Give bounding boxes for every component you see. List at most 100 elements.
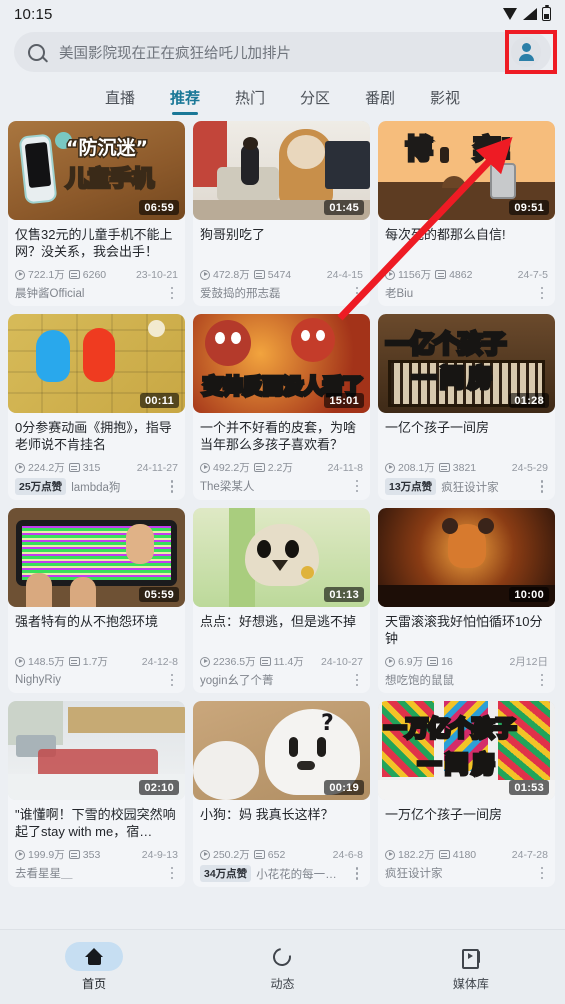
- search-input[interactable]: 美国影院现在正在疯狂给吒儿加排片: [59, 42, 511, 63]
- more-options-icon[interactable]: [351, 285, 363, 301]
- video-author[interactable]: 想吃饱的鼠鼠: [385, 672, 531, 688]
- video-author[interactable]: yogin幺了个菁: [200, 672, 346, 688]
- video-title[interactable]: "谁懂啊！下雪的校园突然响起了stay with me，宿…: [15, 806, 178, 840]
- video-card[interactable]: “防沉迷” 儿童手机 06:59 仅售32元的儿童手机不能上网？没关系，我会出手！…: [8, 121, 185, 306]
- video-card[interactable]: 10:00 天雷滚滚我好怕怕循环10分钟 6.9万 16 2月12日 想吃饱的鼠…: [378, 508, 555, 693]
- video-author[interactable]: 疯狂设计家: [441, 479, 531, 495]
- tab-分区[interactable]: 分区: [298, 82, 332, 117]
- video-stats: 6.9万 16 2月12日: [385, 654, 548, 669]
- video-title[interactable]: 一个并不好看的皮套，为啥当年那么多孩子喜欢看？: [200, 419, 363, 453]
- video-stats: 250.2万 652 24-6-8: [200, 847, 363, 862]
- more-options-icon[interactable]: [536, 285, 548, 301]
- play-count-icon: [385, 269, 395, 280]
- video-card-body: 天雷滚滚我好怕怕循环10分钟 6.9万 16 2月12日 想吃饱的鼠鼠: [378, 607, 555, 693]
- status-icons: [503, 4, 551, 21]
- video-duration: 10:00: [509, 587, 549, 602]
- tab-热门[interactable]: 热门: [233, 82, 267, 117]
- video-title[interactable]: 天雷滚滚我好怕怕循环10分钟: [385, 613, 548, 647]
- view-count-value: 2236.5万: [213, 656, 256, 668]
- video-title[interactable]: 一万亿个孩子一间房: [385, 806, 548, 840]
- video-title[interactable]: 每次死的都那么自信!: [385, 226, 548, 260]
- video-title[interactable]: 一亿个孩子一间房: [385, 419, 548, 453]
- view-count-value: 208.1万: [398, 462, 435, 474]
- video-card[interactable]: 01:13 点点：好想逃，但是逃不掉 2236.5万 11.4万 24-10-2…: [193, 508, 370, 693]
- search-icon: [28, 43, 45, 61]
- more-options-icon[interactable]: [536, 479, 548, 495]
- nav-item-首页[interactable]: 首页: [0, 942, 188, 992]
- video-card[interactable]: 一万亿个孩子 一间房 01:53 一万亿个孩子一间房 182.2万 4180 24…: [378, 701, 555, 887]
- video-thumbnail[interactable]: 05:59: [8, 508, 185, 607]
- video-card[interactable]: 变帅反而没人看了 15:01 一个并不好看的皮套，为啥当年那么多孩子喜欢看？ 4…: [193, 314, 370, 500]
- video-author[interactable]: 去看星星＿: [15, 865, 161, 881]
- video-thumbnail[interactable]: 一万亿个孩子 一间房 01:53: [378, 701, 555, 800]
- play-count-icon: [200, 849, 210, 860]
- video-card[interactable]: 00:11 0分参赛动画《拥抱》，指导老师说不肯挂名 224.2万 315 24…: [8, 314, 185, 500]
- video-author[interactable]: 老Biu: [385, 285, 531, 301]
- search-bar[interactable]: 美国影院现在正在疯狂给吒儿加排片: [14, 32, 551, 72]
- video-author[interactable]: 小花花的每一天＿: [256, 866, 346, 882]
- video-author[interactable]: 疯狂设计家: [385, 865, 531, 881]
- danmaku-count-value: 2.2万: [267, 462, 293, 474]
- video-thumbnail[interactable]: 博弈! 09:51: [378, 121, 555, 220]
- more-options-icon[interactable]: [351, 672, 363, 688]
- search-area: 美国影院现在正在疯狂给吒儿加排片: [0, 28, 565, 78]
- video-duration: 06:59: [139, 200, 179, 215]
- video-title[interactable]: 仅售32元的儿童手机不能上网？没关系，我会出手！: [15, 226, 178, 260]
- video-card-footer: 去看星星＿: [15, 865, 178, 881]
- video-thumbnail[interactable]: 00:11: [8, 314, 185, 413]
- video-stats: 148.5万 1.7万 24-12-8: [15, 654, 178, 669]
- danmaku-count-value: 652: [267, 848, 286, 861]
- nav-item-动态[interactable]: 动态: [188, 942, 376, 992]
- view-count: 182.2万: [385, 847, 435, 862]
- video-author[interactable]: lambda狗: [71, 479, 161, 495]
- tab-影视[interactable]: 影视: [428, 82, 462, 117]
- video-thumbnail[interactable]: ? 00:19: [193, 701, 370, 800]
- like-badge: 25万点赞: [15, 478, 67, 495]
- video-author[interactable]: 爱鼓捣的邢志磊: [200, 285, 346, 301]
- more-options-icon[interactable]: [166, 865, 178, 881]
- account-avatar-button[interactable]: [511, 37, 541, 67]
- danmaku-count-value: 6260: [82, 268, 107, 281]
- video-card[interactable]: 02:10 "谁懂啊！下雪的校园突然响起了stay with me，宿… 199…: [8, 701, 185, 887]
- tab-番剧[interactable]: 番剧: [363, 82, 397, 117]
- nav-item-媒体库[interactable]: 媒体库: [377, 942, 565, 992]
- publish-date: 24-4-15: [326, 268, 363, 281]
- view-count-value: 224.2万: [28, 462, 65, 474]
- video-title[interactable]: 强者特有的从不抱怨环境: [15, 613, 178, 647]
- video-title[interactable]: 狗哥别吃了: [200, 226, 363, 260]
- video-thumbnail[interactable]: 01:45: [193, 121, 370, 220]
- more-options-icon[interactable]: [351, 866, 363, 882]
- video-thumbnail[interactable]: “防沉迷” 儿童手机 06:59: [8, 121, 185, 220]
- video-card[interactable]: 01:45 狗哥别吃了 472.8万 5474 24-4-15 爱鼓捣的邢志磊: [193, 121, 370, 306]
- more-options-icon[interactable]: [166, 285, 178, 301]
- video-author[interactable]: 晨钟酱Official: [15, 285, 161, 301]
- home-icon: [65, 942, 124, 971]
- play-count-icon: [385, 462, 395, 473]
- video-title[interactable]: 0分参赛动画《拥抱》，指导老师说不肯挂名: [15, 419, 178, 453]
- video-thumbnail[interactable]: 变帅反而没人看了 15:01: [193, 314, 370, 413]
- danmaku-count: 5474: [253, 269, 291, 281]
- danmaku-count-value: 4180: [452, 848, 477, 861]
- tab-直播[interactable]: 直播: [103, 82, 137, 117]
- video-thumbnail[interactable]: 一亿个孩子 一间房 01:28: [378, 314, 555, 413]
- video-author[interactable]: The梁某人: [200, 478, 346, 494]
- video-author[interactable]: NighyRiy: [15, 674, 161, 686]
- video-thumbnail[interactable]: 02:10: [8, 701, 185, 800]
- video-card[interactable]: 一亿个孩子 一间房 01:28 一亿个孩子一间房 208.1万 3821 24-5…: [378, 314, 555, 500]
- more-options-icon[interactable]: [536, 672, 548, 688]
- video-title[interactable]: 点点：好想逃，但是逃不掉: [200, 613, 363, 647]
- nav-label: 媒体库: [452, 977, 489, 991]
- more-options-icon[interactable]: [536, 865, 548, 881]
- video-thumbnail[interactable]: 01:13: [193, 508, 370, 607]
- more-options-icon[interactable]: [166, 672, 178, 688]
- more-options-icon[interactable]: [166, 479, 178, 495]
- view-count: 722.1万: [15, 267, 65, 282]
- video-thumbnail[interactable]: 10:00: [378, 508, 555, 607]
- video-card[interactable]: ? 00:19 小狗：妈 我真长这样？ 250.2万 652 24-6-8 34…: [193, 701, 370, 887]
- video-title[interactable]: 小狗：妈 我真长这样？: [200, 806, 363, 840]
- more-options-icon[interactable]: [351, 478, 363, 494]
- video-card[interactable]: 博弈! 09:51 每次死的都那么自信! 1156万 4862 24-7-5 老…: [378, 121, 555, 306]
- video-card[interactable]: 05:59 强者特有的从不抱怨环境 148.5万 1.7万 24-12-8 Ni…: [8, 508, 185, 693]
- tab-推荐[interactable]: 推荐: [168, 82, 202, 117]
- publish-date: 2月12日: [509, 656, 548, 668]
